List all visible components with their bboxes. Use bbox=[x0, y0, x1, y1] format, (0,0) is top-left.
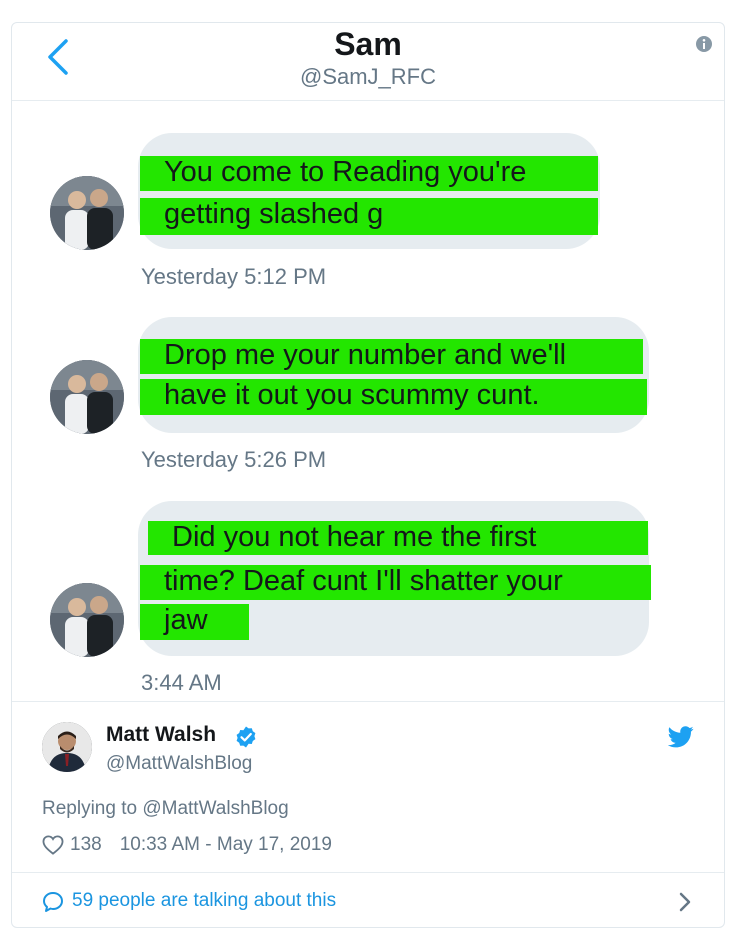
talking-count-text[interactable]: 59 people are talking about this bbox=[72, 890, 336, 912]
message-timestamp: Yesterday 5:12 PM bbox=[141, 264, 327, 289]
message-line: getting slashed g bbox=[140, 198, 598, 235]
tweet-screenshot-card: Sam @SamJ_RFC You come to Reading you're… bbox=[11, 22, 725, 928]
avatar-photo bbox=[50, 583, 124, 657]
conversation-link[interactable]: 59 people are talking about this bbox=[12, 872, 724, 927]
message-line: time? Deaf cunt I'll shatter your bbox=[140, 565, 651, 600]
tweet-datetime[interactable]: 10:33 AM - May 17, 2019 bbox=[120, 834, 332, 856]
conversation-name: Sam bbox=[334, 26, 402, 62]
tweet-embed: Matt Walsh @MattWalshBlog Replying to @M… bbox=[12, 701, 724, 927]
conversation-header: Sam @SamJ_RFC bbox=[12, 23, 724, 101]
conversation-handle: @SamJ_RFC bbox=[299, 64, 437, 89]
author-avatar[interactable] bbox=[42, 722, 92, 772]
message-line: Drop me your number and we'll bbox=[140, 339, 643, 374]
author-photo bbox=[42, 722, 92, 772]
like-count: 138 bbox=[70, 834, 102, 855]
author-handle[interactable]: @MattWalshBlog bbox=[106, 753, 252, 775]
avatar-photo bbox=[50, 176, 124, 250]
message-timestamp: Yesterday 5:26 PM bbox=[141, 447, 327, 472]
chevron-right-icon bbox=[679, 892, 691, 912]
message-line: jaw bbox=[140, 604, 249, 640]
author-name[interactable]: Matt Walsh bbox=[106, 723, 216, 747]
speech-bubble-icon bbox=[43, 892, 63, 912]
sender-avatar[interactable] bbox=[50, 176, 124, 250]
twitter-bird-icon[interactable] bbox=[668, 726, 694, 748]
avatar-photo bbox=[50, 360, 124, 434]
verified-badge-icon bbox=[236, 726, 256, 748]
sender-avatar[interactable] bbox=[50, 583, 124, 657]
heart-icon[interactable] bbox=[42, 835, 64, 855]
sender-avatar[interactable] bbox=[50, 360, 124, 434]
message-timestamp: 3:44 AM bbox=[141, 670, 222, 695]
message-line: You come to Reading you're bbox=[140, 156, 598, 191]
info-icon[interactable] bbox=[696, 36, 712, 52]
tweet-meta: 138 10:33 AM - May 17, 2019 bbox=[42, 834, 332, 856]
message-bubble bbox=[138, 317, 649, 433]
message-line: Did you not hear me the first bbox=[148, 521, 648, 555]
replying-to[interactable]: Replying to @MattWalshBlog bbox=[42, 798, 289, 820]
message-line: have it out you scummy cunt. bbox=[140, 379, 647, 415]
